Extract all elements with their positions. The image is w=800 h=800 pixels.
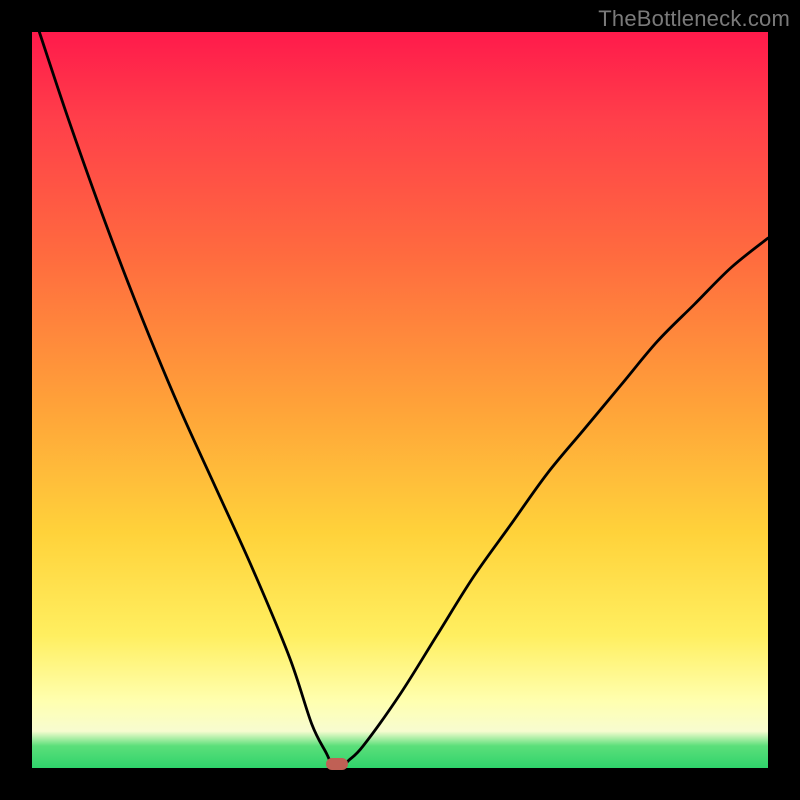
optimum-marker bbox=[326, 758, 348, 770]
plot-area bbox=[32, 32, 768, 768]
watermark-text: TheBottleneck.com bbox=[598, 6, 790, 32]
outer-frame: TheBottleneck.com bbox=[0, 0, 800, 800]
bottleneck-curve bbox=[32, 32, 768, 768]
